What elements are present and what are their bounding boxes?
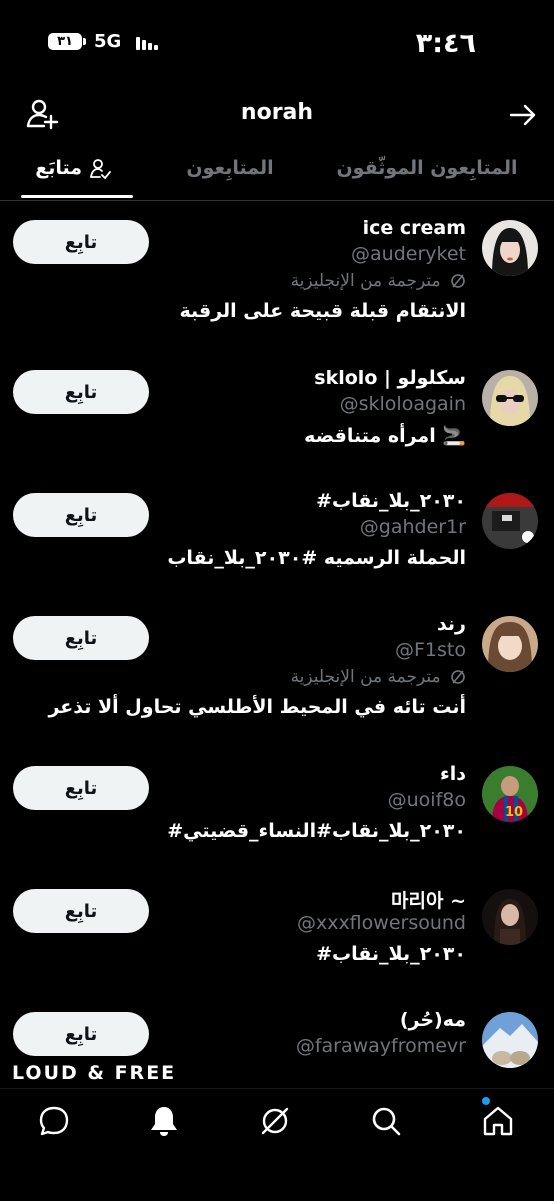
- follow-button[interactable]: تابِع: [13, 220, 149, 264]
- grok-icon: [451, 670, 465, 684]
- profile-header: norah: [0, 84, 554, 148]
- user-handle: @F1sto: [395, 639, 466, 661]
- list-item[interactable]: 마리아 ~ @xxxflowersound #٢٠٣٠_بلا_نقاب تاب…: [0, 869, 554, 989]
- battery-indicator: ٣١: [48, 33, 86, 50]
- avatar[interactable]: [482, 493, 538, 549]
- user-handle: @uoif8o: [387, 789, 466, 811]
- user-bio: أنت تائه في المحيط الأطلسي تحاول ألا تذع…: [48, 696, 466, 718]
- user-bio: #٢٠٣٠_بلا_نقاب#النساء_قضيتي: [167, 820, 466, 842]
- follow-button[interactable]: تابِع: [13, 766, 149, 810]
- user-name: رند: [436, 613, 466, 635]
- home-icon[interactable]: [480, 1103, 516, 1139]
- svg-text:10: 10: [505, 805, 523, 820]
- following-list: ice cream @auderyket مترجمة من الإنجليزي…: [0, 200, 554, 1088]
- list-item[interactable]: #٢٠٣٠_بلا_نقاب @gahder1r الحملة الرسميه …: [0, 473, 554, 593]
- user-name: داء: [440, 763, 466, 785]
- tab-verified-followers[interactable]: المتابِعون الموثّقون: [332, 148, 522, 198]
- user-bio: امرأه متناقضه 🚬: [304, 425, 466, 447]
- list-item[interactable]: 10 داء @uoif8o #٢٠٣٠_بلا_نقاب#النساء_قضي…: [0, 746, 554, 866]
- follow-button[interactable]: تابِع: [13, 370, 149, 414]
- tab-following[interactable]: متابَع: [21, 148, 133, 198]
- follow-button[interactable]: تابِع: [13, 1012, 149, 1056]
- avatar[interactable]: 10: [482, 766, 538, 822]
- user-bio: الحملة الرسميه #٢٠٣٠_بلا_نقاب: [167, 547, 466, 569]
- list-item[interactable]: ice cream @auderyket مترجمة من الإنجليزي…: [0, 200, 554, 330]
- clock: ٣:٤٦: [415, 28, 476, 59]
- avatar[interactable]: [482, 370, 538, 426]
- user-bio: #٢٠٣٠_بلا_نقاب: [316, 943, 466, 965]
- tab-bar: المتابِعون الموثّقون المتابِعون متابَع: [0, 148, 554, 201]
- network-type: 5G: [94, 31, 122, 52]
- avatar[interactable]: [482, 220, 538, 276]
- follow-button[interactable]: تابِع: [13, 493, 149, 537]
- user-handle: @auderyket: [351, 243, 466, 265]
- grok-icon: [451, 274, 465, 288]
- user-bio: الانتقام قبلة قبيحة على الرقبة: [179, 300, 466, 322]
- avatar[interactable]: [482, 1012, 538, 1068]
- partial-bio-text: LOUD & FREE: [12, 1062, 177, 1084]
- user-handle: @xxxflowersound: [296, 912, 466, 934]
- user-name: (حُر)مه: [399, 1009, 466, 1031]
- list-item[interactable]: رند @F1sto مترجمة من الإنجليزية أنت تائه…: [0, 596, 554, 736]
- notifications-icon[interactable]: [146, 1103, 182, 1139]
- following-person-icon: [89, 158, 111, 179]
- search-icon[interactable]: [368, 1103, 404, 1139]
- user-handle: @farawayfromevr: [295, 1035, 466, 1057]
- tab-followers[interactable]: المتابِعون: [174, 148, 286, 198]
- user-handle: @gahder1r: [359, 516, 466, 538]
- avatar[interactable]: [482, 616, 538, 672]
- page-title: norah: [240, 100, 314, 125]
- list-item[interactable]: (حُر)مه @farawayfromevr تابِع LOUD & FRE…: [0, 992, 554, 1088]
- grok-icon[interactable]: [257, 1103, 293, 1139]
- status-bar: ٣١ 5G ٣:٤٦: [0, 0, 554, 84]
- avatar[interactable]: [482, 889, 538, 945]
- bottom-navigation: [0, 1088, 554, 1201]
- translated-note[interactable]: مترجمة من الإنجليزية: [291, 271, 466, 291]
- follow-button[interactable]: تابِع: [13, 616, 149, 660]
- follow-button[interactable]: تابِع: [13, 889, 149, 933]
- user-name: ice cream: [362, 217, 466, 239]
- signal-icon: [136, 37, 158, 50]
- back-arrow-icon[interactable]: [508, 100, 538, 130]
- translated-note[interactable]: مترجمة من الإنجليزية: [291, 667, 466, 687]
- list-item[interactable]: sklolo | سكلولو @skloloagain امرأه متناق…: [0, 350, 554, 470]
- user-name: 마리아 ~: [391, 890, 466, 912]
- user-name: #٢٠٣٠_بلا_نقاب: [316, 490, 466, 512]
- user-name: sklolo | سكلولو: [314, 367, 466, 389]
- messages-icon[interactable]: [36, 1103, 72, 1139]
- user-handle: @skloloagain: [339, 393, 466, 415]
